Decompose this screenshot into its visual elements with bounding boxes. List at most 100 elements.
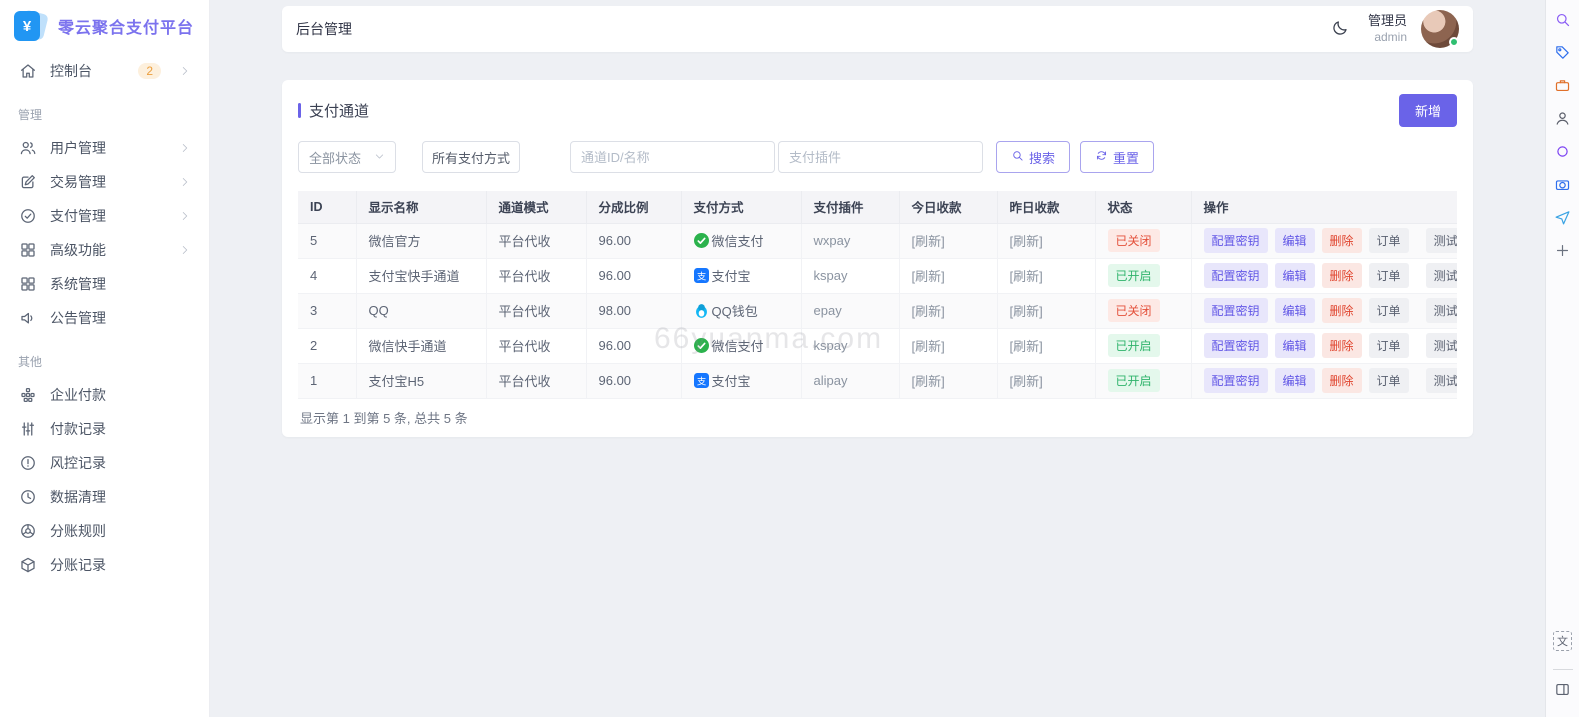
sidebar-item-sliders[interactable]: 付款记录 — [14, 412, 195, 446]
status-select[interactable]: 全部状态 — [298, 141, 396, 173]
cell-name: 支付宝H5 — [356, 363, 486, 398]
sidebar-item-users[interactable]: 用户管理 — [14, 131, 195, 165]
sidebar-item-edit[interactable]: 交易管理 — [14, 165, 195, 199]
configure-key-button[interactable]: 配置密钥 — [1204, 298, 1268, 323]
refresh-yesterday-link[interactable]: [刷新] — [1010, 269, 1043, 284]
edge-divider — [1553, 669, 1573, 670]
sidebar-item-cube[interactable]: 分账记录 — [14, 548, 195, 582]
sidebar: ¥ 零云聚合支付平台 控制台 2 管理用户管理交易管理支付管理高级功能系统管理公… — [0, 0, 210, 717]
panel-icon[interactable] — [1552, 678, 1574, 700]
edit-button[interactable]: 编辑 — [1275, 333, 1315, 358]
translate-icon[interactable]: 文 — [1553, 631, 1572, 651]
sidebar-item-console[interactable]: 控制台 2 — [14, 54, 195, 88]
speaker-icon — [18, 308, 38, 328]
sidebar-item-wheel[interactable]: 分账规则 — [14, 514, 195, 548]
console-badge: 2 — [138, 63, 161, 79]
test-button[interactable]: 测试 — [1426, 298, 1457, 323]
edit-button[interactable]: 编辑 — [1275, 368, 1315, 393]
refresh-yesterday-link[interactable]: [刷新] — [1010, 374, 1043, 389]
refresh-today-link[interactable]: [刷新] — [912, 234, 945, 249]
sidebar-item-label: 高级功能 — [50, 240, 167, 260]
refresh-yesterday-link[interactable]: [刷新] — [1010, 339, 1043, 354]
delete-button[interactable]: 删除 — [1322, 333, 1362, 358]
order-button[interactable]: 订单 — [1369, 228, 1409, 253]
svg-text:支: 支 — [696, 375, 706, 386]
sidebar-item-grid[interactable]: 高级功能 — [14, 233, 195, 267]
channel-search-input[interactable] — [570, 141, 775, 173]
reset-button[interactable]: 重置 — [1080, 141, 1154, 173]
sidebar-item-cluster[interactable]: 企业付款 — [14, 378, 195, 412]
column-header: 今日收款 — [899, 191, 997, 223]
cell-name: 微信快手通道 — [356, 328, 486, 363]
search-button[interactable]: 搜索 — [996, 141, 1070, 173]
refresh-yesterday-link[interactable]: [刷新] — [1010, 304, 1043, 319]
pay-method-filter-button[interactable]: 所有支付方式 — [422, 141, 520, 173]
panel-title-text: 支付通道 — [309, 100, 369, 121]
user-meta: 管理员 admin — [1368, 13, 1407, 44]
plus-icon[interactable] — [1552, 239, 1574, 261]
sidebar-item-label: 公告管理 — [50, 308, 191, 328]
refresh-today-link[interactable]: [刷新] — [912, 374, 945, 389]
test-button[interactable]: 测试 — [1426, 263, 1457, 288]
add-button[interactable]: 新增 — [1399, 94, 1457, 127]
delete-button[interactable]: 删除 — [1322, 368, 1362, 393]
table-row: 3QQ平台代收98.00QQ钱包epay[刷新][刷新]已关闭配置密钥编辑删除订… — [298, 293, 1457, 328]
cell-yesterday-income: [刷新] — [997, 223, 1095, 258]
configure-key-button[interactable]: 配置密钥 — [1204, 368, 1268, 393]
test-button[interactable]: 测试 — [1426, 333, 1457, 358]
edit-button[interactable]: 编辑 — [1275, 228, 1315, 253]
test-button[interactable]: 测试 — [1426, 368, 1457, 393]
user-name: admin — [1368, 30, 1407, 45]
cell-mode: 平台代收 — [486, 258, 586, 293]
dark-mode-toggle[interactable] — [1326, 15, 1354, 43]
configure-key-button[interactable]: 配置密钥 — [1204, 333, 1268, 358]
sidebar-item-clock[interactable]: 数据清理 — [14, 480, 195, 514]
refresh-yesterday-link[interactable]: [刷新] — [1010, 234, 1043, 249]
order-button[interactable]: 订单 — [1369, 263, 1409, 288]
sidebar-item-label: 分账记录 — [50, 555, 191, 575]
delete-button[interactable]: 删除 — [1322, 263, 1362, 288]
column-header: 状态 — [1095, 191, 1191, 223]
order-button[interactable]: 订单 — [1369, 333, 1409, 358]
configure-key-button[interactable]: 配置密钥 — [1204, 263, 1268, 288]
delete-button[interactable]: 删除 — [1322, 228, 1362, 253]
column-header: 通道模式 — [486, 191, 586, 223]
tag-icon[interactable] — [1552, 41, 1574, 63]
refresh-today-link[interactable]: [刷新] — [912, 304, 945, 319]
cell-actions: 配置密钥编辑删除订单测试 — [1191, 363, 1457, 398]
sidebar-item-grid[interactable]: 系统管理 — [14, 267, 195, 301]
sidebar-item-label: 数据清理 — [50, 487, 191, 507]
camera-icon[interactable] — [1552, 173, 1574, 195]
chevron-right-icon — [179, 210, 191, 222]
channels-table: ID显示名称通道模式分成比例支付方式支付插件今日收款昨日收款状态操作 5微信官方… — [298, 191, 1457, 399]
sidebar-item-label: 控制台 — [50, 61, 126, 81]
plane-icon[interactable] — [1552, 206, 1574, 228]
table-row: 5微信官方平台代收96.00微信支付wxpay[刷新][刷新]已关闭配置密钥编辑… — [298, 223, 1457, 258]
cell-id: 5 — [298, 223, 356, 258]
ring-icon[interactable] — [1552, 140, 1574, 162]
avatar[interactable] — [1421, 10, 1459, 48]
main-area: 后台管理 管理员 admin 支付通道 新增 — [210, 0, 1545, 717]
order-button[interactable]: 订单 — [1369, 298, 1409, 323]
person-icon[interactable] — [1552, 107, 1574, 129]
sidebar-item-speaker[interactable]: 公告管理 — [14, 301, 195, 335]
cell-status: 已关闭 — [1095, 293, 1191, 328]
cell-mode: 平台代收 — [486, 223, 586, 258]
sidebar-item-check-circle[interactable]: 支付管理 — [14, 199, 195, 233]
test-button[interactable]: 测试 — [1426, 228, 1457, 253]
search-icon[interactable] — [1552, 8, 1574, 30]
filter-bar: 全部状态 所有支付方式 搜索 重置 — [298, 141, 1457, 173]
refresh-today-link[interactable]: [刷新] — [912, 339, 945, 354]
delete-button[interactable]: 删除 — [1322, 298, 1362, 323]
briefcase-icon[interactable] — [1552, 74, 1574, 96]
moon-icon — [1331, 19, 1349, 40]
edit-button[interactable]: 编辑 — [1275, 298, 1315, 323]
refresh-today-link[interactable]: [刷新] — [912, 269, 945, 284]
search-icon — [1011, 149, 1024, 165]
order-button[interactable]: 订单 — [1369, 368, 1409, 393]
edit-button[interactable]: 编辑 — [1275, 263, 1315, 288]
plugin-search-input[interactable] — [778, 141, 983, 173]
alipay-icon: 支 — [694, 268, 709, 283]
sidebar-item-alert-circle[interactable]: 风控记录 — [14, 446, 195, 480]
configure-key-button[interactable]: 配置密钥 — [1204, 228, 1268, 253]
